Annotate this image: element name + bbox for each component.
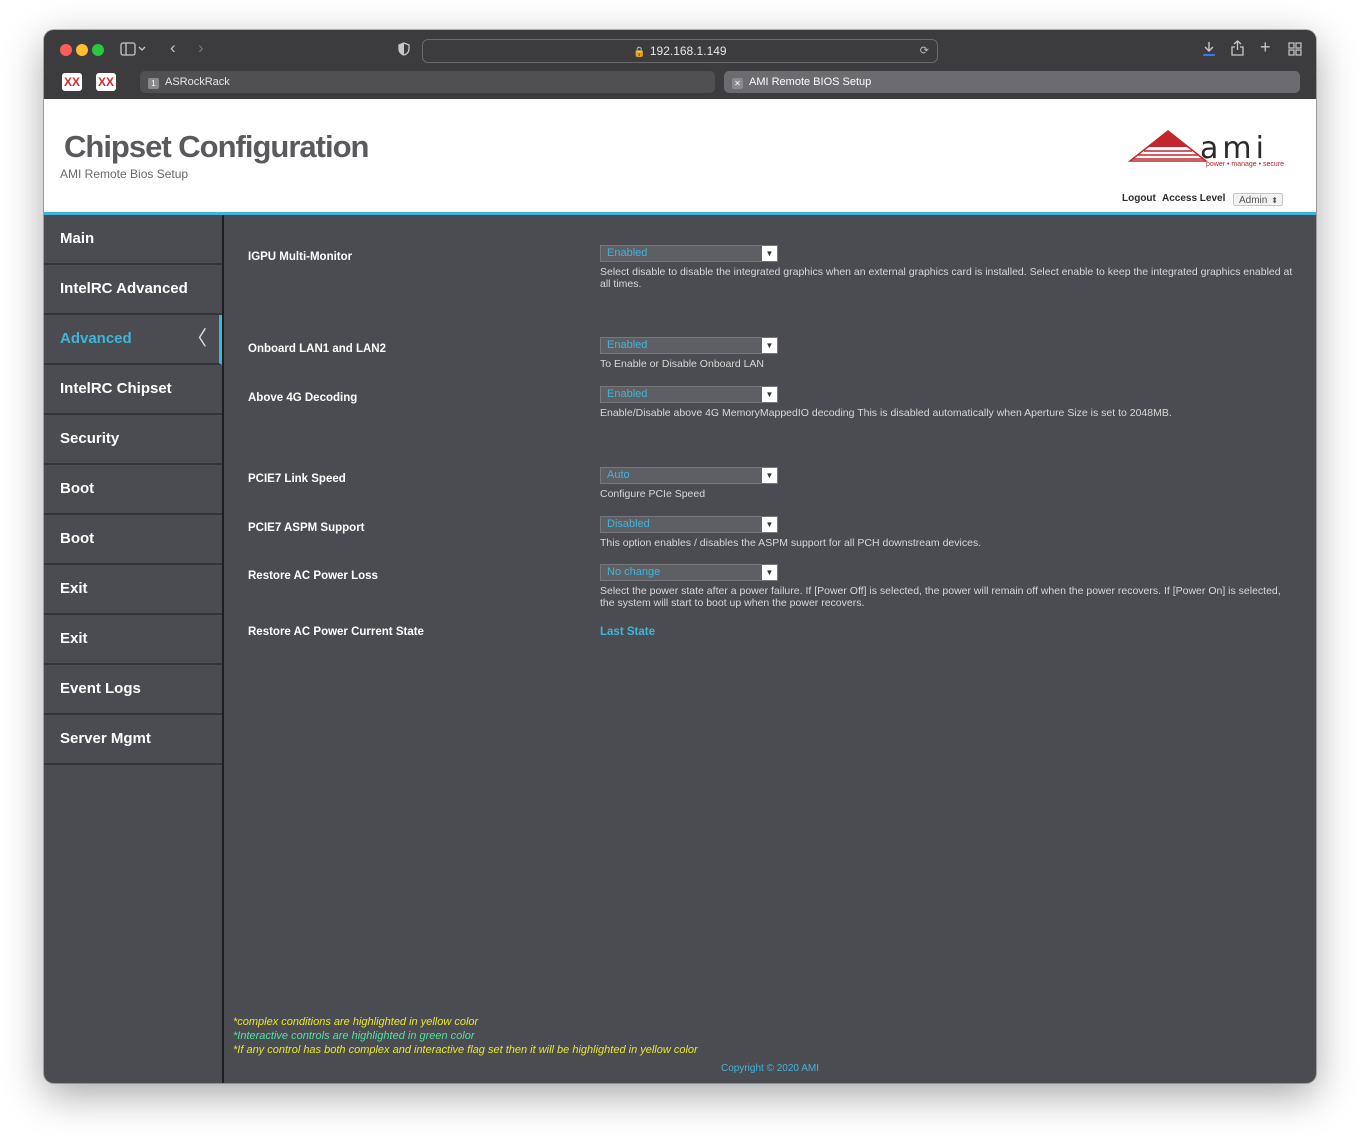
- sidebar-item-exit[interactable]: Exit: [44, 565, 222, 615]
- tab-index-badge: 1: [148, 78, 159, 89]
- note-complex: *complex conditions are highlighted in y…: [233, 1016, 479, 1028]
- pcie7-link-speed-select[interactable]: Auto ▼: [600, 467, 778, 484]
- dropdown-arrow-icon: ▼: [762, 246, 777, 261]
- sidebar-item-label: IntelRC Advanced: [60, 280, 188, 297]
- sidebar-item-label: Advanced: [60, 330, 132, 347]
- sidebar-item-exit-2[interactable]: Exit: [44, 615, 222, 665]
- setting-help: Select disable to disable the integrated…: [600, 266, 1293, 290]
- share-icon[interactable]: [1231, 40, 1244, 60]
- sidebar-item-advanced[interactable]: Advanced 〈: [44, 315, 222, 365]
- select-value: Enabled: [607, 388, 648, 400]
- copyright: Copyright © 2020 AMI: [721, 1063, 819, 1074]
- sidebar-toggle-icon[interactable]: [120, 42, 146, 60]
- new-tab-icon[interactable]: +: [1260, 38, 1271, 56]
- address-bar[interactable]: 🔒 192.168.1.149 ⟳: [422, 39, 938, 63]
- sidebar-item-label: Main: [60, 230, 95, 247]
- minimize-window-button[interactable]: [76, 44, 88, 56]
- select-value: No change: [607, 566, 661, 578]
- sidebar-item-label: Event Logs: [60, 680, 141, 697]
- sidebar-item-boot-2[interactable]: Boot: [44, 515, 222, 565]
- ami-pyramid-icon: [1128, 130, 1208, 162]
- select-arrows-icon: ⬍: [1271, 196, 1278, 205]
- igpu-multi-monitor-select[interactable]: Enabled ▼: [600, 245, 778, 262]
- note-both: *If any control has both complex and int…: [233, 1044, 698, 1056]
- sidebar-item-label: Security: [60, 430, 120, 447]
- url-text: 192.168.1.149: [649, 44, 727, 58]
- dropdown-arrow-icon: ▼: [762, 387, 777, 402]
- close-window-button[interactable]: [60, 44, 72, 56]
- setting-label: Restore AC Power Loss: [248, 570, 378, 582]
- chevron-left-icon: 〈: [187, 328, 207, 350]
- current-state-value: Last State: [600, 626, 655, 638]
- access-level-select[interactable]: Admin ⬍: [1233, 193, 1283, 206]
- select-value: Enabled: [607, 339, 648, 351]
- forward-icon[interactable]: ›: [198, 39, 204, 56]
- pinned-tab-2[interactable]: XX: [96, 73, 116, 91]
- settings-panel: IGPU Multi-Monitor Enabled ▼ Select disab…: [224, 215, 1316, 1083]
- back-icon[interactable]: ‹: [170, 39, 176, 56]
- sidebar-item-intelrc-advanced[interactable]: IntelRC Advanced: [44, 265, 222, 315]
- sidebar-item-label: Exit: [60, 630, 88, 647]
- sidebar-item-boot[interactable]: Boot: [44, 465, 222, 515]
- sidebar-item-label: IntelRC Chipset: [60, 380, 172, 397]
- select-value: Disabled: [607, 518, 650, 530]
- restore-ac-power-loss-select[interactable]: No change ▼: [600, 564, 778, 581]
- sidebar-item-main[interactable]: Main: [44, 215, 222, 265]
- translate-reload-icon[interactable]: ⟳: [920, 40, 929, 62]
- sidebar-item-label: Boot: [60, 530, 95, 547]
- access-level-label: Access Level: [1162, 193, 1226, 204]
- setting-help: Select the power state after a power fai…: [600, 585, 1281, 609]
- tab-label: ASRockRack: [165, 76, 230, 88]
- sidebar-item-label: Exit: [60, 580, 88, 597]
- downloads-icon[interactable]: [1202, 41, 1216, 61]
- sidebar-nav: Main IntelRC Advanced Advanced 〈 IntelRC …: [44, 215, 224, 1083]
- setting-label: IGPU Multi-Monitor: [248, 251, 353, 263]
- setting-label: Onboard LAN1 and LAN2: [248, 343, 387, 355]
- pinned-tab-1[interactable]: XX: [62, 73, 82, 91]
- tab-overview-icon[interactable]: [1288, 42, 1302, 60]
- setting-label: PCIE7 Link Speed: [248, 473, 346, 485]
- sidebar-item-security[interactable]: Security: [44, 415, 222, 465]
- pcie7-aspm-support-select[interactable]: Disabled ▼: [600, 516, 778, 533]
- dropdown-arrow-icon: ▼: [762, 565, 777, 580]
- logo-tagline: power • manage • secure: [1206, 161, 1285, 168]
- setting-label: Above 4G Decoding: [248, 392, 358, 404]
- tab-label: AMI Remote BIOS Setup: [749, 76, 872, 88]
- setting-help: This option enables / disables the ASPM …: [600, 537, 982, 549]
- sidebar-item-event-logs[interactable]: Event Logs: [44, 665, 222, 715]
- select-value: Auto: [607, 469, 630, 481]
- privacy-shield-icon[interactable]: [398, 42, 410, 60]
- dropdown-arrow-icon: ▼: [762, 468, 777, 483]
- browser-toolbar: ‹ › 🔒 192.168.1.149 ⟳ + XX XX 1 ASRockRack…: [44, 30, 1316, 99]
- sidebar-item-label: Boot: [60, 480, 95, 497]
- tab-ami-remote-bios-setup[interactable]: ✕ AMI Remote BIOS Setup: [724, 71, 1300, 93]
- dropdown-arrow-icon: ▼: [762, 517, 777, 532]
- setting-help: To Enable or Disable Onboard LAN: [600, 358, 765, 370]
- dropdown-arrow-icon: ▼: [762, 338, 777, 353]
- select-value: Enabled: [607, 247, 648, 259]
- page-header: Chipset Configuration AMI Remote Bios Se…: [44, 99, 1316, 215]
- setting-help: Configure PCIe Speed: [600, 488, 706, 500]
- close-tab-icon[interactable]: ✕: [732, 78, 743, 89]
- tab-bar: XX XX 1 ASRockRack ✕ AMI Remote BIOS Setup: [44, 70, 1316, 96]
- note-interactive: *Interactive controls are highlighted in…: [233, 1030, 475, 1042]
- setting-help: Enable/Disable above 4G MemoryMappedIO d…: [600, 407, 1172, 419]
- above-4g-decoding-select[interactable]: Enabled ▼: [600, 386, 778, 403]
- sidebar-item-server-mgmt[interactable]: Server Mgmt: [44, 715, 222, 765]
- page-subtitle: AMI Remote Bios Setup: [60, 167, 189, 181]
- sidebar-item-label: Server Mgmt: [60, 730, 151, 747]
- setting-label: Restore AC Power Current State: [248, 626, 424, 638]
- browser-window: ‹ › 🔒 192.168.1.149 ⟳ + XX XX 1 ASRockRack…: [44, 30, 1316, 1083]
- ami-logo: ami power • manage • secure: [1128, 127, 1288, 171]
- setting-label: PCIE7 ASPM Support: [248, 522, 365, 534]
- lock-icon: 🔒: [633, 47, 646, 58]
- access-level-value: Admin: [1239, 195, 1268, 206]
- sidebar-item-intelrc-chipset[interactable]: IntelRC Chipset: [44, 365, 222, 415]
- logout-link[interactable]: Logout: [1122, 193, 1156, 204]
- zoom-window-button[interactable]: [92, 44, 104, 56]
- onboard-lan-select[interactable]: Enabled ▼: [600, 337, 778, 354]
- page-title: Chipset Configuration: [64, 129, 369, 164]
- legend-notes: *complex conditions are highlighted in y…: [233, 1015, 698, 1057]
- tab-asrockrack[interactable]: 1 ASRockRack: [140, 71, 715, 93]
